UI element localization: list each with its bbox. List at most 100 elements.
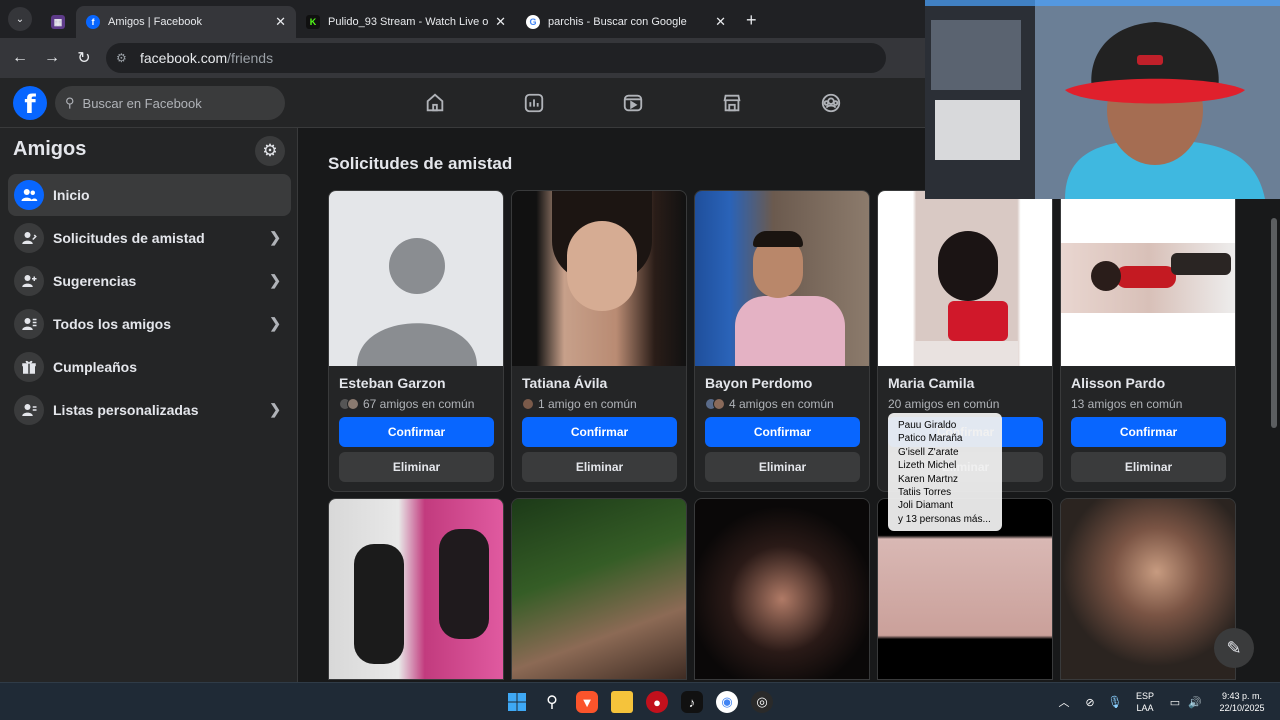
delete-button[interactable]: Eliminar [522, 452, 677, 482]
video-icon[interactable] [603, 78, 663, 128]
all-friends-icon [14, 309, 44, 339]
scrollbar-thumb[interactable] [1271, 218, 1277, 428]
page-scrollbar[interactable] [1268, 128, 1280, 682]
mutual-avatars [522, 398, 534, 410]
mutual-friends[interactable]: 1 amigo en común [522, 397, 637, 411]
mutual-friends[interactable]: 20 amigos en común [888, 397, 999, 411]
confirm-button[interactable]: Confirmar [339, 417, 494, 447]
webcam-overlay [925, 0, 1280, 199]
friend-name[interactable]: Tatiana Ávila [522, 375, 607, 391]
friend-name[interactable]: Maria Camila [888, 375, 974, 391]
profile-photo[interactable] [1061, 191, 1235, 366]
profile-photo[interactable] [512, 191, 686, 366]
delete-button[interactable]: Eliminar [1071, 452, 1226, 482]
friend-name[interactable]: Esteban Garzon [339, 375, 446, 391]
tab-kick[interactable]: K Pulido_93 Stream - Watch Live on Kick … [296, 6, 516, 38]
facebook-logo[interactable]: f [13, 86, 47, 120]
profile-photo[interactable] [1061, 499, 1235, 679]
obs-icon[interactable]: ◎ [751, 691, 773, 713]
confirm-button[interactable]: Confirmar [705, 417, 860, 447]
search-placeholder: Buscar en Facebook [82, 95, 202, 111]
tooltip-line: Pauu Giraldo [898, 420, 957, 431]
page-title: Solicitudes de amistad [328, 154, 513, 173]
tab-search-button[interactable]: ⌄ [8, 7, 32, 31]
profile-photo[interactable] [329, 191, 503, 366]
microphone-icon[interactable]: 🎙 [1104, 691, 1126, 713]
friend-request-icon [14, 223, 44, 253]
friend-request-card [694, 498, 870, 680]
search-icon: ⚲ [65, 95, 75, 110]
sidebar-item-label: Inicio [53, 187, 90, 203]
reload-icon[interactable]: ↻ [68, 48, 100, 68]
sidebar-item-todos[interactable]: Todos los amigos ❯ [8, 303, 291, 345]
clock[interactable]: 9:43 p. m. 22/10/2025 [1208, 690, 1276, 714]
sidebar-item-label: Todos los amigos [53, 316, 171, 332]
sidebar-item-label: Cumpleaños [53, 359, 138, 375]
sidebar-item-listas[interactable]: Listas personalizadas ❯ [8, 389, 291, 431]
search-input[interactable]: ⚲ Buscar en Facebook [55, 86, 285, 120]
compose-message-icon[interactable]: ✎ [1214, 628, 1254, 668]
chrome-icon[interactable]: ◉ [716, 691, 738, 713]
close-icon[interactable]: ✕ [715, 14, 726, 30]
profile-photo[interactable] [329, 499, 503, 679]
language-indicator[interactable]: ESP LAA [1130, 690, 1160, 714]
close-icon[interactable]: ✕ [495, 14, 506, 30]
confirm-button[interactable]: Confirmar [522, 417, 677, 447]
mutual-friends[interactable]: 4 amigos en común [705, 397, 834, 411]
volume-icon[interactable]: 🔊 [1184, 691, 1206, 713]
mutual-friends[interactable]: 67 amigos en común [339, 397, 474, 411]
facebook-favicon-icon: f [86, 15, 100, 29]
new-tab-button[interactable]: + [736, 10, 767, 38]
friend-name[interactable]: Bayon Perdomo [705, 375, 812, 391]
sidebar-item-sugerencias[interactable]: Sugerencias ❯ [8, 260, 291, 302]
profile-photo[interactable] [878, 191, 1052, 366]
camera-off-icon[interactable]: ⊘ [1079, 691, 1101, 713]
chevron-right-icon: ❯ [269, 272, 281, 288]
suggestion-icon [14, 266, 44, 296]
tiktok-icon[interactable]: ♪ [681, 691, 703, 713]
url-input[interactable]: ⚙ facebook.com/friends [106, 43, 886, 73]
profile-photo[interactable] [695, 191, 869, 366]
stats-icon[interactable] [504, 78, 564, 128]
friend-request-card: Alisson Pardo 13 amigos en común Confirm… [1060, 190, 1236, 492]
tab-facebook[interactable]: f Amigos | Facebook ✕ [76, 6, 296, 38]
windows-start-icon[interactable] [506, 691, 528, 713]
brave-browser-icon[interactable]: ▼ [576, 691, 598, 713]
chevron-up-icon[interactable]: ︿ [1053, 691, 1075, 713]
sidebar-item-cumpleanos[interactable]: Cumpleaños [8, 346, 291, 388]
search-icon[interactable]: ⚲ [541, 691, 563, 713]
back-icon[interactable]: ← [4, 49, 36, 67]
streamer-webcam-image [925, 0, 1280, 199]
language-line2: LAA [1136, 703, 1154, 713]
settings-gear-icon[interactable]: ⚙ [255, 136, 285, 166]
tab-pinned[interactable]: ▦ [40, 6, 76, 38]
chevron-right-icon: ❯ [269, 401, 281, 417]
network-icon[interactable]: ▭ [1164, 691, 1186, 713]
home-icon[interactable] [405, 78, 465, 128]
sidebar-item-inicio[interactable]: Inicio [8, 174, 291, 216]
tab-google[interactable]: G parchis - Buscar con Google ✕ [516, 6, 736, 38]
friend-request-card: Bayon Perdomo 4 amigos en común Confirma… [694, 190, 870, 492]
friend-request-card [328, 498, 504, 680]
sidebar-item-solicitudes[interactable]: Solicitudes de amistad ❯ [8, 217, 291, 259]
close-icon[interactable]: ✕ [275, 14, 286, 30]
windows-taskbar: ⚲ ▼ ● ♪ ◉ ◎ ︿ ⊘ 🎙 ESP LAA ▭ 🔊 9:43 p. m.… [0, 682, 1280, 720]
profile-photo[interactable] [512, 499, 686, 679]
date: 22/10/2025 [1219, 703, 1265, 713]
mutual-friends[interactable]: 13 amigos en común [1071, 397, 1182, 411]
confirm-button[interactable]: Confirmar [1071, 417, 1226, 447]
tooltip-line: y 13 personas más... [898, 513, 991, 525]
mutual-friends-count: 20 amigos en común [888, 397, 1000, 411]
delete-button[interactable]: Eliminar [339, 452, 494, 482]
red-app-icon[interactable]: ● [646, 691, 668, 713]
friend-name[interactable]: Alisson Pardo [1071, 375, 1165, 391]
tooltip-line: Tatiis Torres [898, 487, 952, 499]
forward-icon[interactable]: → [36, 49, 68, 67]
groups-icon[interactable] [801, 78, 861, 128]
file-explorer-icon[interactable] [611, 691, 633, 713]
delete-button[interactable]: Eliminar [705, 452, 860, 482]
tooltip-line: G'isell Z'arate [898, 446, 959, 458]
site-info-icon[interactable]: ⚙ [116, 51, 130, 65]
profile-photo[interactable] [695, 499, 869, 679]
marketplace-icon[interactable] [702, 78, 762, 128]
